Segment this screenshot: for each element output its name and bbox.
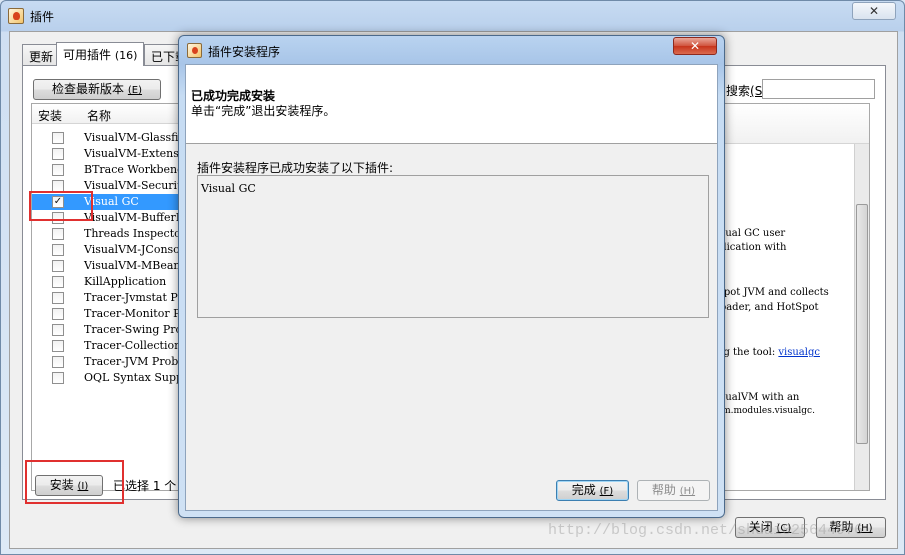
plugin-name: KillApplication xyxy=(84,275,167,288)
install-checkbox[interactable] xyxy=(52,356,64,368)
search-label-text: 搜索 xyxy=(726,84,751,98)
dialog-help-label: 帮助 xyxy=(651,483,676,497)
search-input[interactable] xyxy=(762,79,875,99)
plugin-name: BTrace Workbench xyxy=(84,163,191,176)
install-checkbox[interactable] xyxy=(52,164,64,176)
column-name[interactable]: 名称 xyxy=(87,107,111,124)
tab-available-count: (16) xyxy=(114,49,138,62)
installed-item: Visual GC xyxy=(201,182,256,195)
install-checkbox[interactable] xyxy=(52,324,64,336)
window-close-button[interactable]: ✕ xyxy=(852,2,896,20)
dialog-body: 已成功完成安装 单击“完成”退出安装程序。 插件安装程序已成功安装了以下插件: … xyxy=(185,64,718,511)
dialog-help-button[interactable]: 帮助 (H) xyxy=(637,480,710,501)
check-latest-label: 检查最新版本 xyxy=(52,82,125,96)
desc-line: isualVM with an xyxy=(717,392,800,403)
plugin-name: VisualVM-MBeans xyxy=(84,259,187,272)
plugin-name: Tracer-JVM Probes xyxy=(84,355,191,368)
install-checkbox[interactable] xyxy=(52,260,64,272)
app-icon xyxy=(8,8,24,24)
install-checkbox[interactable] xyxy=(52,340,64,352)
install-checkbox[interactable] xyxy=(52,292,64,304)
installer-icon xyxy=(187,43,202,58)
finish-mnemonic: (F) xyxy=(599,486,614,497)
column-install[interactable]: 安装 xyxy=(38,107,62,124)
plugin-name: VisualVM-JConsole xyxy=(84,243,190,256)
desc-line: Spot JVM and collects xyxy=(717,287,829,298)
finish-label: 完成 xyxy=(571,483,596,497)
dialog-help-mnemonic: (H) xyxy=(679,486,696,497)
dialog-subheading: 单击“完成”退出安装程序。 xyxy=(191,104,336,118)
desc-line: ng the tool: xyxy=(717,347,779,358)
desc-line: plication with xyxy=(717,242,787,253)
dialog-header: 已成功完成安装 单击“完成”退出安装程序。 xyxy=(186,65,717,144)
scrollbar-thumb[interactable] xyxy=(856,204,868,444)
plugin-name: VisualVM-Glassfish xyxy=(84,131,192,144)
tab-available-plugins[interactable]: 可用插件 (16) xyxy=(56,42,145,66)
tab-available-label: 可用插件 xyxy=(63,48,112,62)
desc-line: vm.modules.visualgc. xyxy=(717,406,815,416)
install-checkbox[interactable] xyxy=(52,372,64,384)
dialog-close-button[interactable]: ✕ xyxy=(673,37,717,55)
tab-updates[interactable]: 更新 xyxy=(22,44,61,66)
finish-button[interactable]: 完成 (F) xyxy=(556,480,629,501)
plugin-description: isual GC user plication with Spot JVM an… xyxy=(716,103,870,491)
watermark: http://blog.csdn.net/shuai825644976 xyxy=(548,522,864,539)
install-checkbox[interactable] xyxy=(52,228,64,240)
plugin-name: Threads Inspector xyxy=(84,227,187,240)
check-latest-button[interactable]: 检查最新版本 (E) xyxy=(33,79,161,100)
desc-line: loader, and HotSpot xyxy=(717,302,819,313)
install-checkbox[interactable] xyxy=(52,148,64,160)
install-checkbox[interactable] xyxy=(52,132,64,144)
description-scrollbar[interactable] xyxy=(854,144,869,490)
visualgc-link[interactable]: visualgc xyxy=(778,347,820,358)
dialog-title: 插件安装程序 xyxy=(208,45,281,59)
install-checkbox[interactable] xyxy=(52,276,64,288)
desc-line: isual GC user xyxy=(717,228,786,239)
tab-updates-label: 更新 xyxy=(29,50,54,64)
install-checkbox[interactable] xyxy=(52,308,64,320)
description-header xyxy=(717,104,869,144)
window-title: 插件 xyxy=(30,10,55,24)
installed-label: 插件安装程序已成功安装了以下插件: xyxy=(197,161,394,175)
plugin-name: VisualVM-Security xyxy=(84,179,188,192)
install-checkbox[interactable] xyxy=(52,244,64,256)
check-latest-mnemonic: (E) xyxy=(127,85,142,96)
installer-dialog: 插件安装程序 ✕ 已成功完成安装 单击“完成”退出安装程序。 插件安装程序已成功… xyxy=(178,35,725,518)
desc-line-link-row: ng the tool: visualgc xyxy=(717,347,820,358)
dialog-content: 插件安装程序已成功安装了以下插件: Visual GC xyxy=(186,151,717,506)
installed-plugins-area[interactable]: Visual GC xyxy=(197,175,709,318)
window-titlebar[interactable]: 插件 ✕ xyxy=(1,1,904,31)
highlight-visual-gc xyxy=(29,191,93,221)
highlight-install-button xyxy=(25,460,124,504)
